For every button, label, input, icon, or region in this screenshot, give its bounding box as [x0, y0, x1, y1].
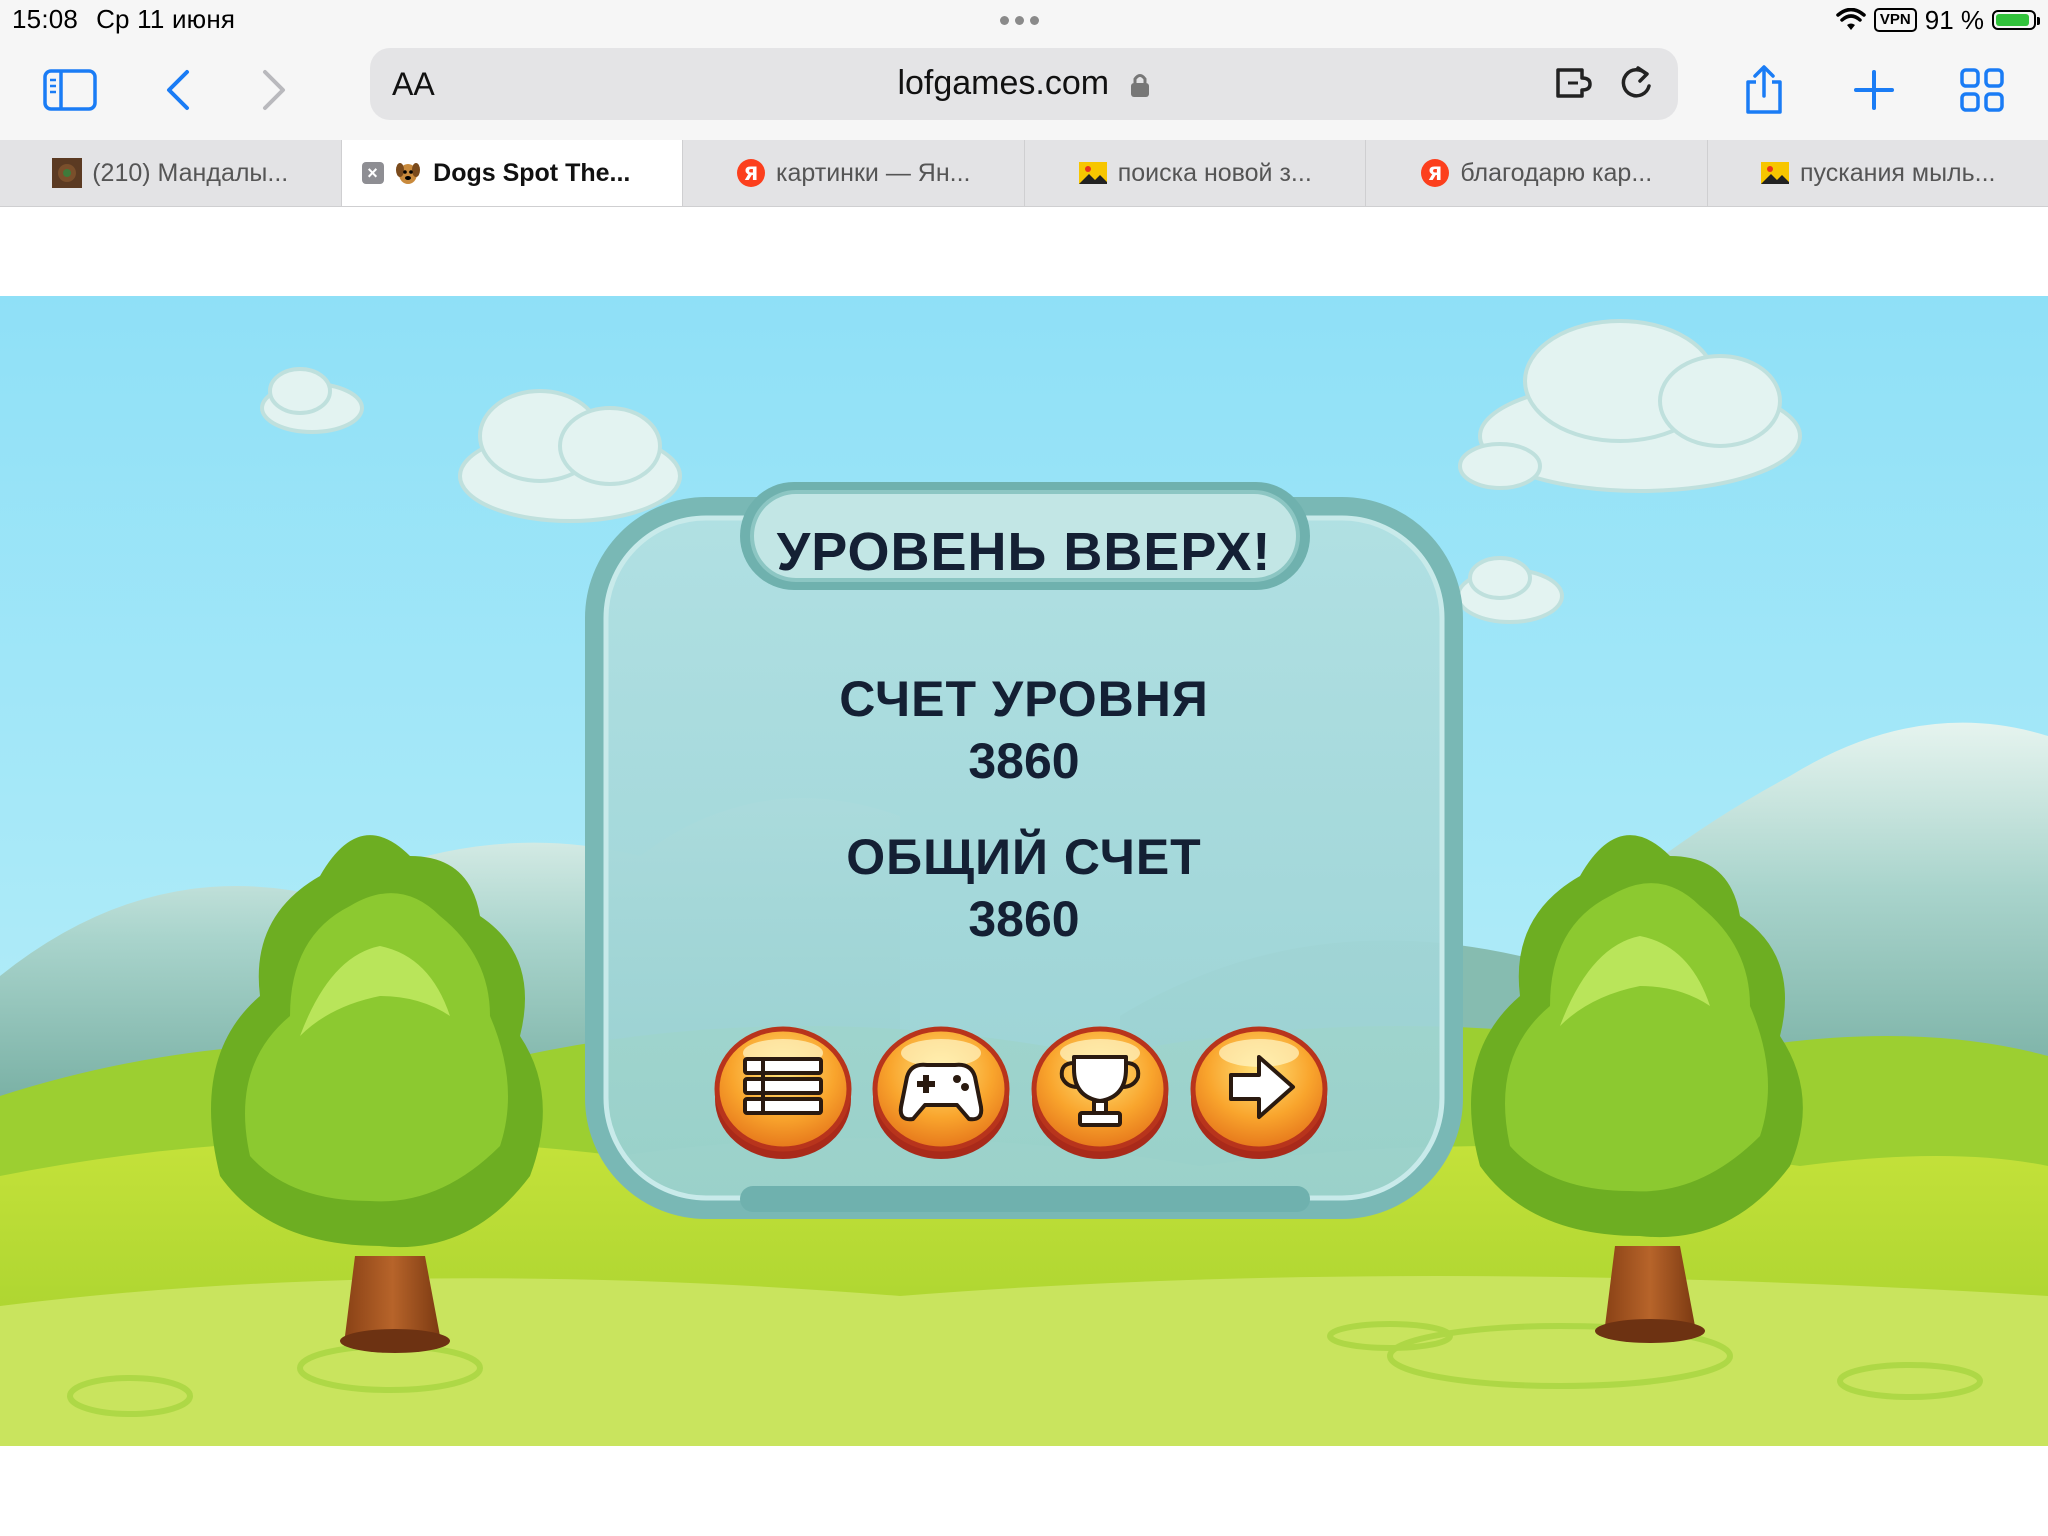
svg-text:Я: Я — [744, 163, 759, 185]
battery-icon — [1992, 10, 2040, 30]
tab-soap-bubbles[interactable]: пускания мыль... — [1706, 140, 2048, 206]
tab-yandex-images[interactable]: Я картинки — Ян... — [682, 140, 1024, 206]
tab-dogs-spot[interactable]: × Dogs Spot The... — [340, 140, 682, 206]
vpn-badge: VPN — [1873, 8, 1917, 32]
tab-gratitude[interactable]: Я благодарю кар... — [1365, 140, 1707, 206]
close-tab-icon[interactable]: × — [361, 162, 384, 184]
image-icon — [1078, 162, 1107, 184]
status-bar: 15:08 Ср 11 июня VPN 91 % — [0, 0, 2048, 40]
url-text: lofgames.com — [897, 64, 1110, 102]
level-up-title: УРОВЕНЬ ВВЕРХ! — [776, 522, 1272, 582]
tab-mandalas[interactable]: (210) Мандалы... — [0, 140, 341, 206]
sidebar-icon[interactable] — [38, 58, 102, 122]
total-score-value: 3860 — [968, 891, 1080, 947]
list-menu-icon — [743, 1057, 823, 1115]
address-bar[interactable]: AA lofgames.com — [370, 48, 1678, 120]
tab-grid-icon[interactable] — [1950, 58, 2014, 122]
level-score-value: 3860 — [968, 733, 1080, 789]
status-time: 15:08 — [12, 4, 79, 34]
mandala-thumbnail-icon — [52, 158, 83, 188]
level-score-label: СЧЕТ УРОВНЯ — [839, 671, 1209, 727]
url-display[interactable]: lofgames.com — [370, 64, 1678, 103]
lock-icon — [1130, 74, 1149, 98]
tab-bar: (210) Мандалы... × Dogs Spot The... Я ка… — [0, 140, 2048, 207]
forward-chevron-icon[interactable] — [242, 58, 306, 122]
yandex-icon: Я — [1421, 159, 1450, 187]
battery-percent: 91 % — [1924, 4, 1984, 35]
multitasking-dots-icon[interactable] — [1000, 12, 1048, 25]
status-time-date: 15:08 Ср 11 июня — [12, 4, 253, 35]
plus-icon[interactable] — [1842, 58, 1906, 122]
dog-icon — [396, 163, 421, 184]
menu-button[interactable] — [713, 1023, 853, 1161]
back-chevron-icon[interactable] — [146, 58, 210, 122]
game-canvas[interactable]: УРОВЕНЬ ВВЕРХ! СЧЕТ УРОВНЯ 3860 ОБЩИЙ СЧ… — [0, 296, 2048, 1446]
image-icon — [1760, 162, 1789, 184]
reload-icon[interactable] — [1616, 62, 1656, 107]
next-level-button[interactable] — [1189, 1023, 1329, 1161]
status-indicators: VPN 91 % — [1836, 3, 2040, 37]
total-score-label: ОБЩИЙ СЧЕТ — [846, 829, 1202, 885]
leaderboard-button[interactable] — [1030, 1023, 1170, 1161]
status-date: Ср 11 июня — [96, 4, 236, 34]
wifi-icon — [1836, 8, 1866, 30]
more-games-button[interactable] — [871, 1023, 1011, 1161]
share-icon[interactable] — [1732, 58, 1796, 122]
extension-icon[interactable] — [1554, 62, 1598, 107]
svg-text:Я: Я — [1428, 163, 1443, 185]
browser-toolbar: AA lofgames.com — [0, 40, 2048, 140]
tab-search-new[interactable]: поиска новой з... — [1023, 140, 1366, 206]
yandex-icon: Я — [737, 159, 766, 187]
